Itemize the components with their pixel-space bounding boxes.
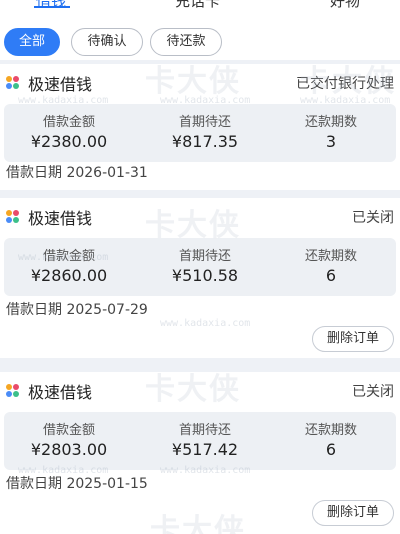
stat-first-due-value: ¥510.58 <box>171 266 239 285</box>
delete-order-button[interactable]: 删除订单 <box>312 500 394 526</box>
tab-goods[interactable]: 好物 <box>330 0 360 8</box>
stat-first-due-label: 首期待还 <box>178 115 231 130</box>
product-name: 极速借钱 <box>28 75 93 94</box>
loan-date: 借款日期 2026-01-31 <box>6 162 148 182</box>
stat-first-due-label: 首期待还 <box>178 249 231 264</box>
top-tab-bar: 借钱 充话卡 好物 <box>0 0 400 8</box>
product-name: 极速借钱 <box>28 383 93 402</box>
order-card[interactable]: 极速借钱 已关闭 借款金额 ¥2860.00 首期待还 ¥510.58 还款期数… <box>0 198 400 358</box>
order-stats: 借款金额 ¥2860.00 首期待还 ¥510.58 还款期数 6 <box>4 238 396 296</box>
order-status: 已关闭 <box>352 384 394 400</box>
stat-periods: 还款期数 6 <box>266 412 396 459</box>
stat-periods-label: 还款期数 <box>304 423 357 438</box>
order-header: 极速借钱 已关闭 <box>0 372 400 408</box>
loan-date-value: 2025-01-15 <box>66 476 148 492</box>
stat-first-due: 首期待还 ¥510.58 <box>140 238 270 285</box>
order-card[interactable]: 极速借钱 已交付银行处理 借款金额 ¥2380.00 首期待还 ¥817.35 … <box>0 64 400 190</box>
delete-order-button[interactable]: 删除订单 <box>312 326 394 352</box>
stat-periods-label: 还款期数 <box>304 115 357 130</box>
stat-periods-value: 6 <box>325 440 337 459</box>
stat-amount-label: 借款金额 <box>42 249 95 264</box>
stat-first-due-label: 首期待还 <box>178 423 231 438</box>
stat-amount: 借款金额 ¥2860.00 <box>4 238 134 285</box>
stat-first-due-value: ¥817.35 <box>171 132 239 151</box>
app-logo-icon <box>6 76 20 90</box>
stat-periods: 还款期数 6 <box>266 238 396 285</box>
order-status: 已交付银行处理 <box>296 76 394 92</box>
filter-pending-repay[interactable]: 待还款 <box>150 28 222 56</box>
stat-periods-label: 还款期数 <box>304 249 357 264</box>
stat-periods-value: 3 <box>325 132 337 151</box>
loan-date-label: 借款日期 <box>6 302 62 318</box>
loan-date: 借款日期 2025-01-15 <box>6 473 148 493</box>
filter-all[interactable]: 全部 <box>4 28 60 56</box>
stat-amount-value: ¥2803.00 <box>30 440 108 459</box>
order-status: 已关闭 <box>352 210 394 226</box>
stat-first-due: 首期待还 ¥517.42 <box>140 412 270 459</box>
loan-date-value: 2026-01-31 <box>66 165 148 181</box>
order-stats: 借款金额 ¥2803.00 首期待还 ¥517.42 还款期数 6 <box>4 412 396 470</box>
app-logo-icon <box>6 384 20 398</box>
stat-amount: 借款金额 ¥2803.00 <box>4 412 134 459</box>
filter-pending-confirm[interactable]: 待确认 <box>71 28 143 56</box>
stat-periods: 还款期数 3 <box>266 104 396 151</box>
stat-amount-label: 借款金额 <box>42 115 95 130</box>
order-card[interactable]: 极速借钱 已关闭 借款金额 ¥2803.00 首期待还 ¥517.42 还款期数… <box>0 372 400 534</box>
loan-date: 借款日期 2025-07-29 <box>6 299 148 319</box>
stat-first-due-value: ¥517.42 <box>171 440 239 459</box>
loan-date-label: 借款日期 <box>6 165 62 181</box>
loan-date-label: 借款日期 <box>6 476 62 492</box>
filter-bar: 全部 待确认 待还款 <box>0 8 400 60</box>
order-header: 极速借钱 已交付银行处理 <box>0 64 400 100</box>
app-logo-icon <box>6 210 20 224</box>
stat-first-due: 首期待还 ¥817.35 <box>140 104 270 151</box>
stat-periods-value: 6 <box>325 266 337 285</box>
product-name: 极速借钱 <box>28 209 93 228</box>
stat-amount-value: ¥2380.00 <box>30 132 108 151</box>
order-stats: 借款金额 ¥2380.00 首期待还 ¥817.35 还款期数 3 <box>4 104 396 162</box>
stat-amount: 借款金额 ¥2380.00 <box>4 104 134 151</box>
tab-phone-card[interactable]: 充话卡 <box>175 0 220 8</box>
loan-date-value: 2025-07-29 <box>66 302 148 318</box>
stat-amount-label: 借款金额 <box>42 423 95 438</box>
order-header: 极速借钱 已关闭 <box>0 198 400 234</box>
stat-amount-value: ¥2860.00 <box>30 266 108 285</box>
